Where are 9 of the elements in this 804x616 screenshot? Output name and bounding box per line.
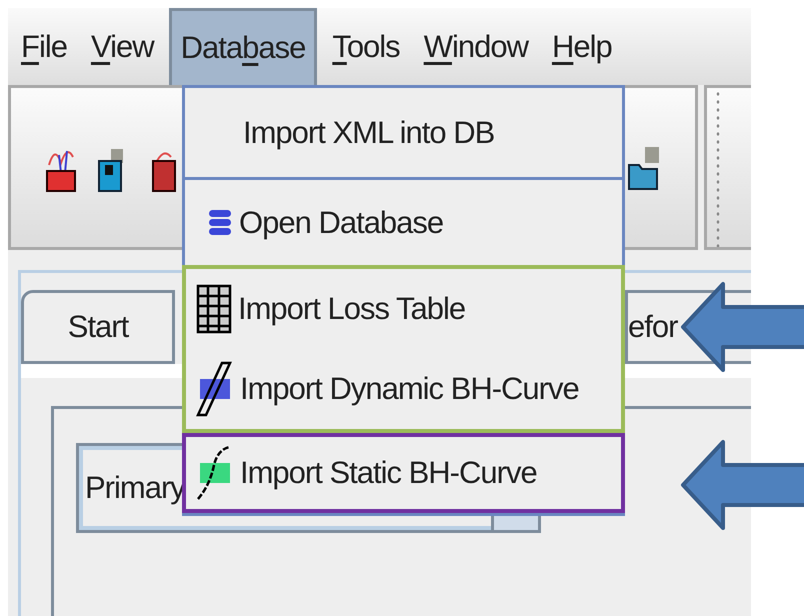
menu-title[interactable]: Tools xyxy=(323,8,409,85)
menu-title[interactable]: View xyxy=(82,8,163,85)
tab[interactable]: Start xyxy=(21,290,175,364)
bh-curve-icon xyxy=(196,361,234,417)
menu-title[interactable]: Window xyxy=(414,8,537,85)
menu-title[interactable]: Database xyxy=(168,8,318,85)
menu-title[interactable]: File xyxy=(12,8,76,85)
table-icon xyxy=(196,284,232,334)
menu-title[interactable]: Help xyxy=(542,8,621,85)
